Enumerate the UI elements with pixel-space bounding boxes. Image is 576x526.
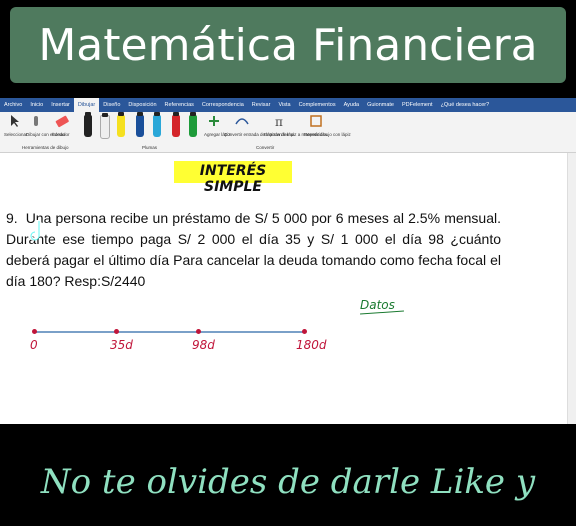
tab-referencias[interactable]: Referencias: [161, 102, 198, 108]
finger-icon: [34, 116, 38, 126]
timeline-point: [114, 329, 119, 334]
eraser-tool[interactable]: Borrador: [52, 114, 72, 140]
add-pen-button[interactable]: Agregar lápiz: [204, 114, 231, 140]
ink-to-shape-button[interactable]: Convertir entrada de lápiz en forma: [224, 114, 295, 140]
ribbon-body: Seleccionar Dibujar con el dedo Borrador…: [0, 112, 576, 153]
ribbon-tabs: Archivo Inicio Insertar Dibujar Diseño D…: [0, 98, 576, 112]
cursor-icon: [11, 115, 19, 127]
timeline-label: 180d: [296, 338, 327, 352]
pen-icon[interactable]: [117, 112, 125, 137]
tab-vista[interactable]: Vista: [274, 102, 294, 108]
tab-correspondencia[interactable]: Correspondencia: [198, 102, 248, 108]
group-drawing-tools: Herramientas de dibujo: [22, 145, 69, 150]
timeline-point: [32, 329, 37, 334]
shape-icon: [235, 118, 249, 125]
problem-paragraph: 9. Una persona recibe un préstamo de S/ 5…: [6, 208, 501, 292]
tab-archivo[interactable]: Archivo: [0, 102, 26, 108]
tab-ayuda[interactable]: Ayuda: [340, 102, 364, 108]
vertical-scrollbar[interactable]: [567, 153, 576, 424]
timeline-label: 35d: [110, 338, 133, 352]
tiktok-icon: [26, 218, 48, 244]
problem-number: 9.: [6, 210, 18, 226]
group-convert: Convertir: [256, 145, 275, 150]
tab-revisar[interactable]: Revisar: [248, 102, 275, 108]
section-heading: INTERÉS SIMPLE: [199, 163, 267, 195]
ink-replay-button[interactable]: Repetir dibujo con lápiz: [304, 114, 351, 140]
pen-icon[interactable]: [100, 113, 110, 139]
video-title: Matemática Financiera: [38, 19, 538, 71]
svg-text:π: π: [275, 115, 283, 128]
group-pens: Plumas: [142, 145, 158, 150]
eraser-icon: [55, 115, 69, 128]
pen-icon[interactable]: [136, 112, 144, 137]
tab-pdfelement[interactable]: PDFelement: [398, 102, 437, 108]
eraser-label: Borrador: [52, 132, 70, 137]
pen-icon[interactable]: [84, 112, 92, 137]
problem-text: Una persona recibe un préstamo de S/ 5 0…: [6, 210, 501, 289]
timeline-point: [302, 329, 307, 334]
tell-me-input[interactable]: ¿Qué desea hacer?: [437, 102, 494, 108]
select-tool[interactable]: Seleccionar: [4, 114, 28, 140]
tab-insertar[interactable]: Insertar: [47, 102, 74, 108]
datos-annotation: Datos: [360, 298, 395, 312]
like-reminder-text: No te olvides de darle Like y: [40, 462, 536, 502]
timeline-point: [196, 329, 201, 334]
timeline-label: 98d: [192, 338, 215, 352]
pen-icon[interactable]: [172, 112, 180, 137]
ink-replay-label: Repetir dibujo con lápiz: [304, 132, 351, 137]
tab-complementos[interactable]: Complementos: [295, 102, 340, 108]
timeline-label: 0: [30, 338, 38, 352]
title-box: Matemática Financiera: [10, 7, 566, 83]
word-window: Archivo Inicio Insertar Dibujar Diseño D…: [0, 98, 576, 424]
draw-touch-tool[interactable]: Dibujar con el dedo: [26, 114, 65, 140]
math-icon: π: [275, 115, 283, 129]
tab-disposicion[interactable]: Disposición: [124, 102, 160, 108]
ink-to-math-button[interactable]: π Entrada de lápiz a matemáticas: [264, 114, 327, 140]
select-tool-label: Seleccionar: [4, 132, 28, 137]
add-pen-icon: [209, 116, 219, 126]
pen-icon[interactable]: [189, 112, 197, 137]
tab-diseno[interactable]: Diseño: [99, 102, 124, 108]
tab-dibujar[interactable]: Dibujar: [73, 98, 100, 112]
tab-inicio[interactable]: Inicio: [26, 102, 47, 108]
timeline-line: [34, 331, 306, 333]
tab-guionmate[interactable]: Guionmate: [363, 102, 398, 108]
replay-icon: [310, 115, 322, 127]
pen-icon[interactable]: [153, 112, 161, 137]
